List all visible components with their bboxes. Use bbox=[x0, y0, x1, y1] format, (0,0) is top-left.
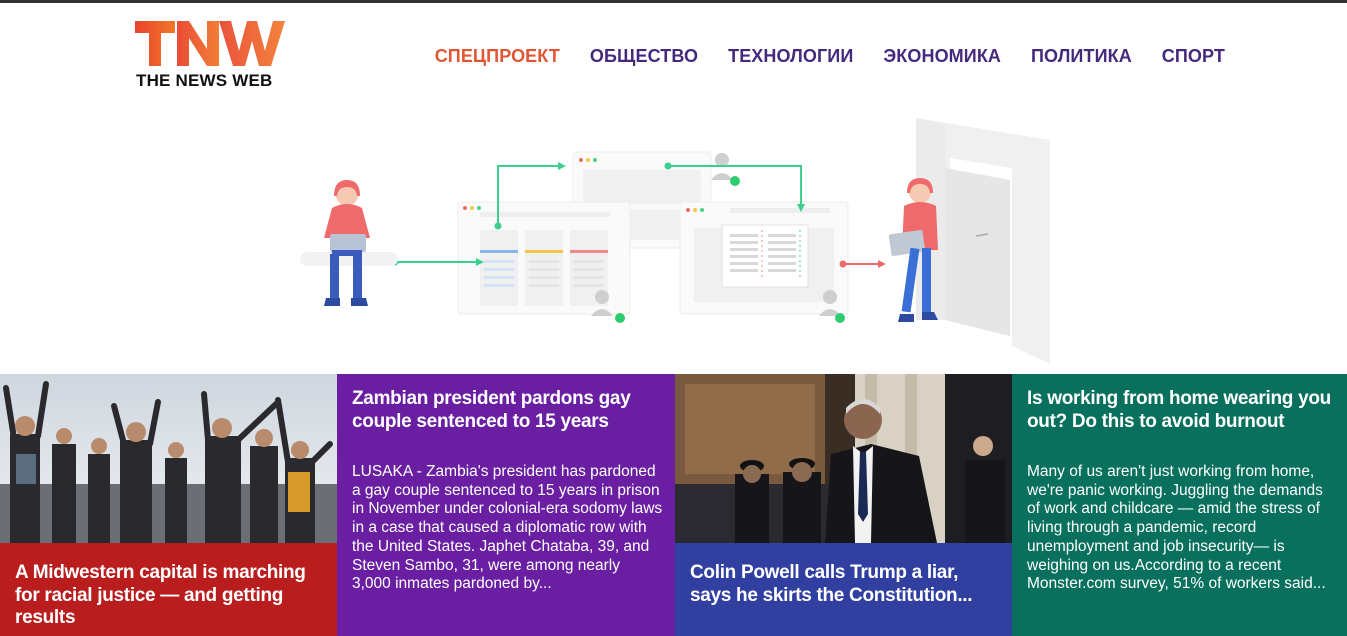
news-cards: A Midwestern capital is marching for rac… bbox=[0, 374, 1347, 636]
nav-item-society[interactable]: ОБЩЕСТВО bbox=[590, 45, 698, 67]
news-card-zambia[interactable]: Zambian president pardons gay couple sen… bbox=[337, 374, 675, 636]
news-card-racial-justice[interactable]: A Midwestern capital is marching for rac… bbox=[0, 374, 337, 636]
top-border bbox=[0, 0, 1347, 3]
nav-item-politics[interactable]: ПОЛИТИКА bbox=[1031, 45, 1132, 67]
nav-item-economy[interactable]: ЭКОНОМИКА bbox=[883, 45, 1001, 67]
news-card-title[interactable]: Is working from home wearing you out? Do… bbox=[1027, 388, 1333, 433]
colin-powell-photo bbox=[675, 374, 1012, 543]
news-card-title[interactable]: A Midwestern capital is marching for rac… bbox=[15, 562, 323, 630]
news-card-title[interactable]: Zambian president pardons gay couple sen… bbox=[352, 388, 661, 433]
nav-item-sport[interactable]: СПОРТ bbox=[1162, 45, 1225, 67]
workflow-illustration bbox=[300, 118, 1050, 364]
site-logo[interactable]: THE NEWS WEB bbox=[135, 19, 285, 91]
news-card-burnout[interactable]: Is working from home wearing you out? Do… bbox=[1012, 374, 1347, 636]
logo-subtitle: THE NEWS WEB bbox=[136, 71, 273, 90]
news-card-excerpt: Many of us aren't just working from home… bbox=[1027, 463, 1326, 593]
protest-photo bbox=[0, 374, 337, 543]
nav-item-technology[interactable]: ТЕХНОЛОГИИ bbox=[728, 45, 853, 67]
news-card-title[interactable]: Colin Powell calls Trump a liar, says he… bbox=[690, 562, 998, 607]
news-card-excerpt: LUSAKA - Zambia's president has pardoned… bbox=[352, 463, 663, 593]
news-card-colin-powell[interactable]: Colin Powell calls Trump a liar, says he… bbox=[675, 374, 1012, 636]
main-nav: СПЕЦПРОЕКТ ОБЩЕСТВО ТЕХНОЛОГИИ ЭКОНОМИКА… bbox=[405, 45, 1225, 67]
nav-item-special-project[interactable]: СПЕЦПРОЕКТ bbox=[435, 45, 560, 67]
tnw-logo-mark bbox=[135, 21, 285, 66]
